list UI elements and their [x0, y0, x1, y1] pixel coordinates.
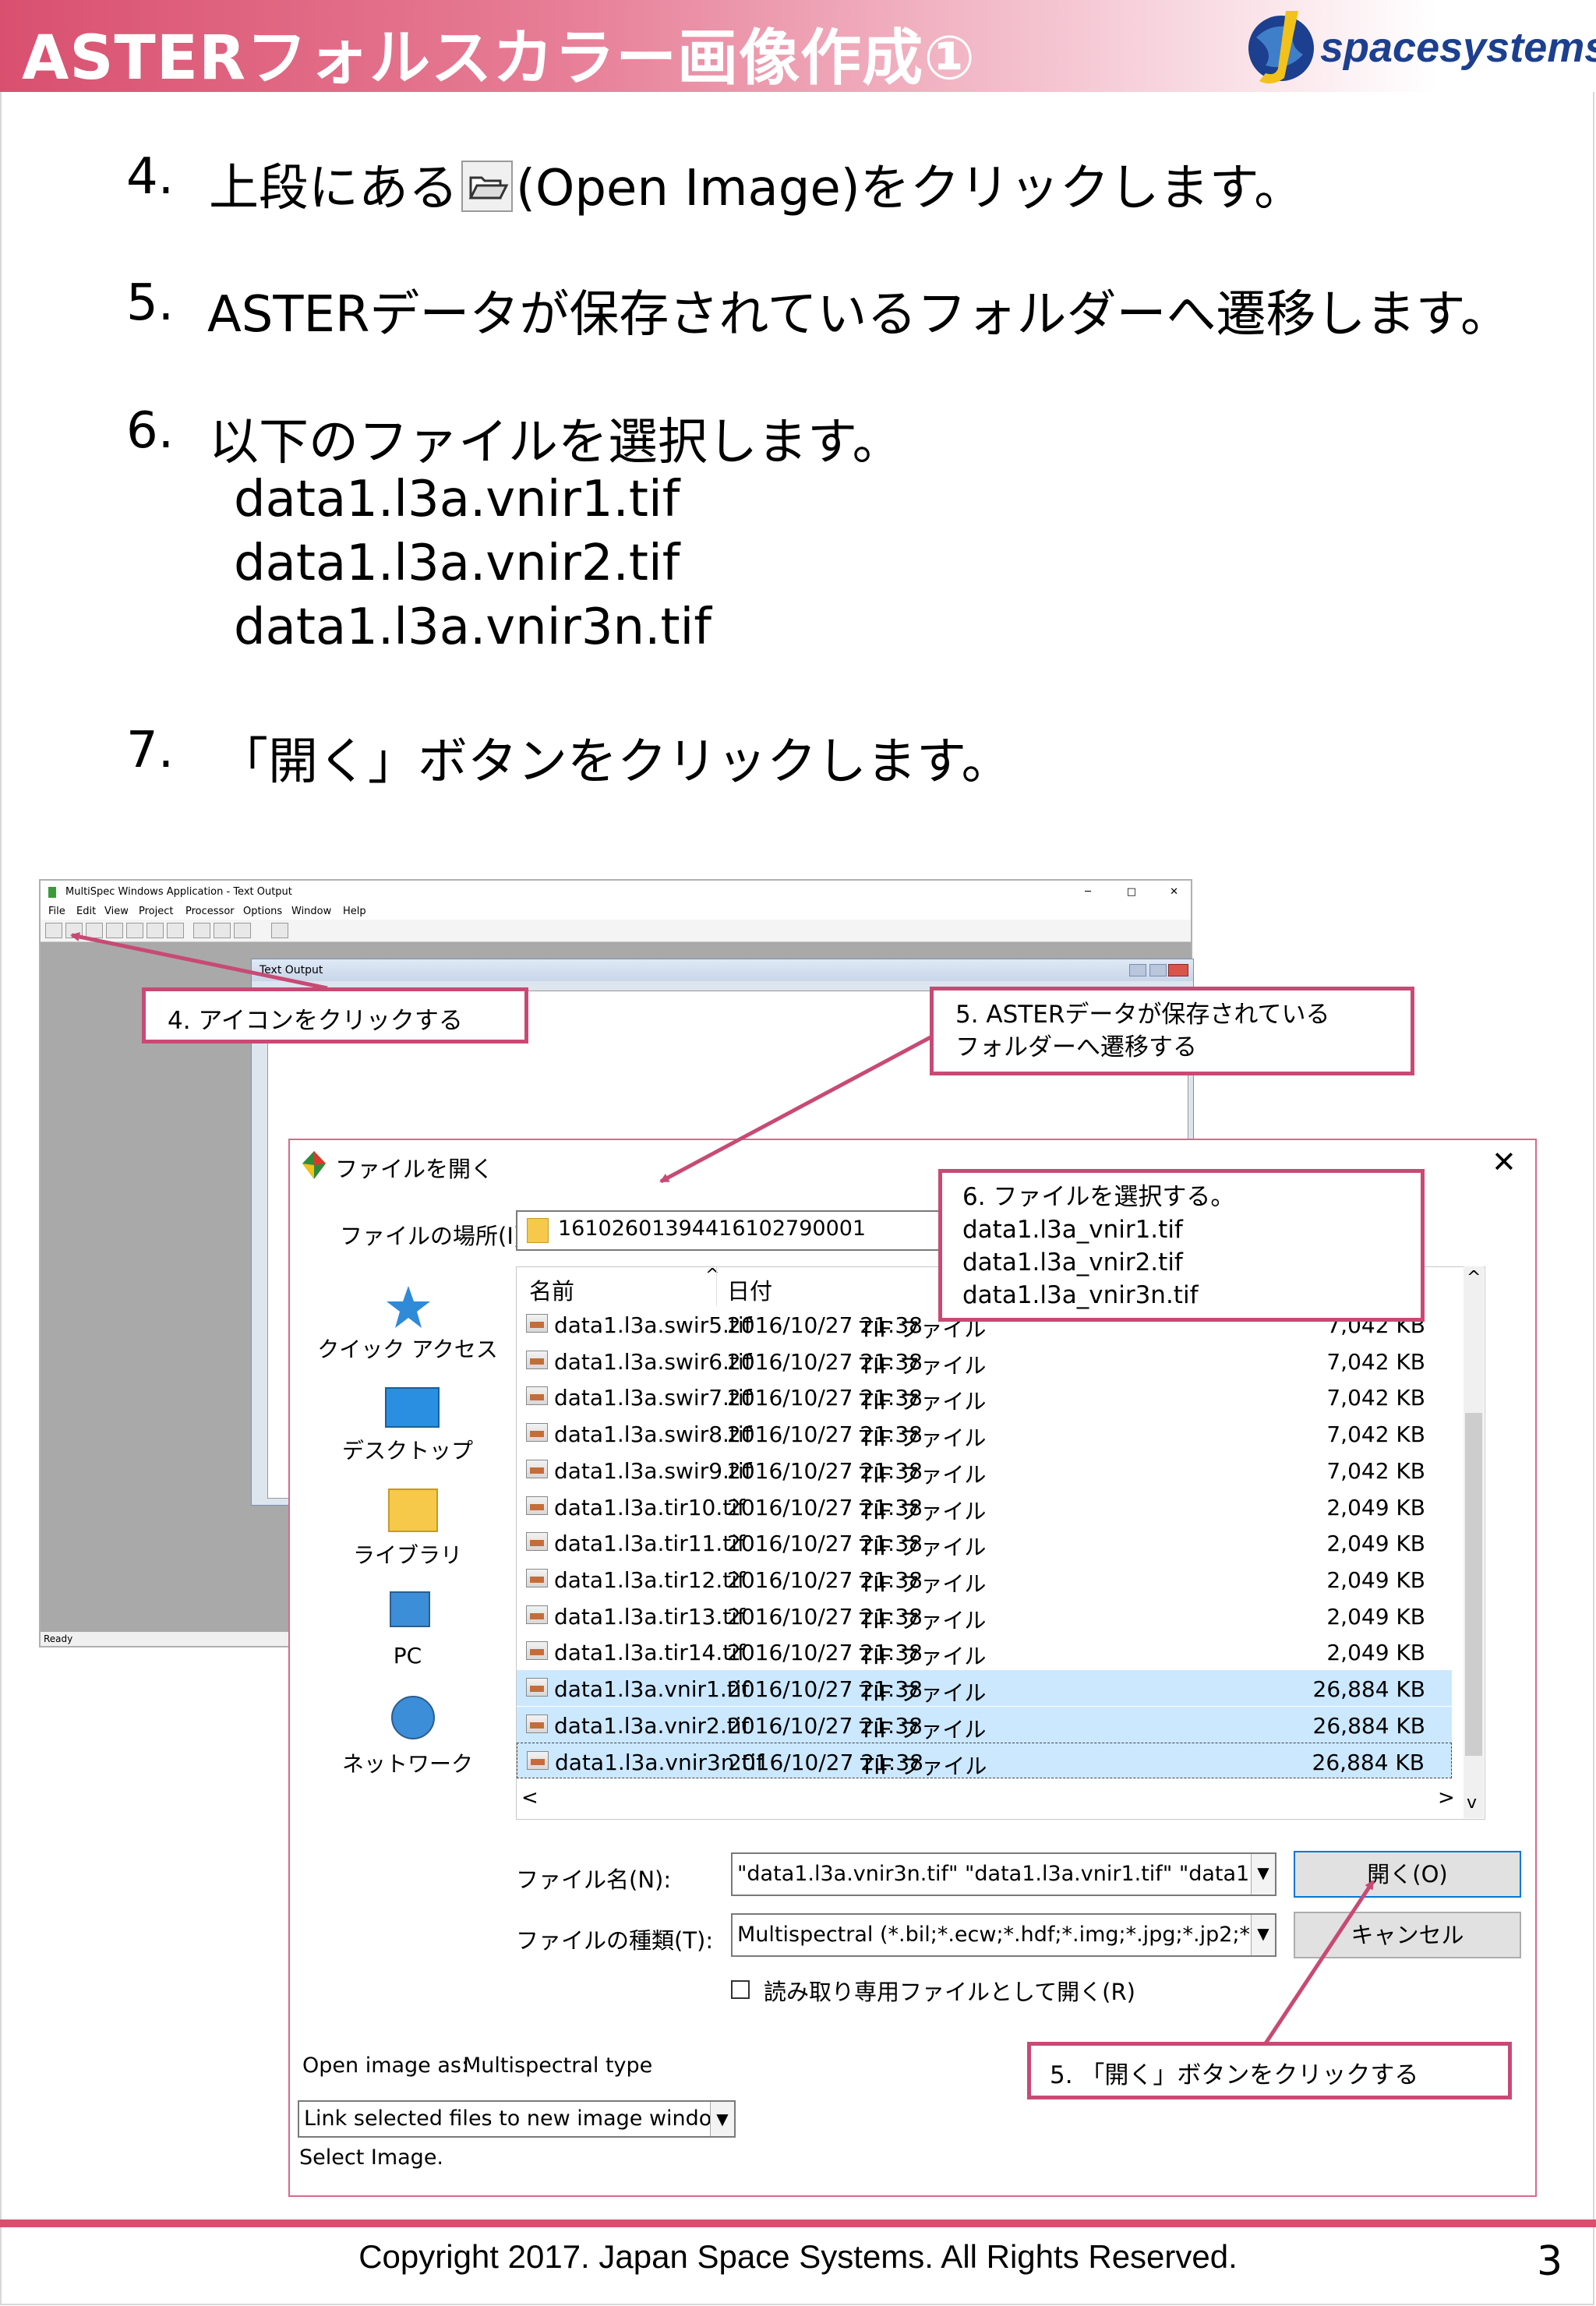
copyright-text: Copyright 2017. Japan Space Systems. All… [358, 2238, 1238, 2275]
callout-arrows [70, 932, 1375, 2045]
footer-rule [0, 2219, 1596, 2227]
arrow-to-open-button [1263, 1880, 1375, 2045]
arrow-to-open-icon [70, 932, 328, 991]
arrow-to-folder-location [659, 1034, 934, 1184]
page-number: 3 [1537, 2238, 1563, 2285]
